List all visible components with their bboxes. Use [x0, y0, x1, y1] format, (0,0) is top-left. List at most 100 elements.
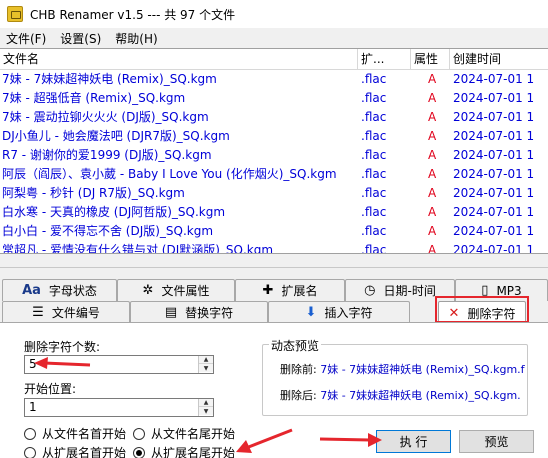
created-time-cell: 2024-07-01 1: [453, 186, 535, 200]
annotation-arrow-count: [34, 357, 91, 369]
table-row[interactable]: 阿梨粤 - 秒针 (DJ R7版)_SQ.kgm .flac A 2024-07-01…: [0, 184, 548, 203]
table-row[interactable]: 白小白 - 爱不得忘不舍 (DJ版)_SQ.kgm .flac A 2024-07-0…: [0, 222, 548, 241]
radio-from-name-end[interactable]: 从文件名尾开始: [133, 425, 235, 442]
menu-settings[interactable]: 设置(S): [56, 30, 105, 47]
radio-dot: [24, 427, 36, 440]
created-time-cell: 2024-07-01 1: [453, 205, 535, 219]
annotation-arrow-radio: [236, 428, 293, 453]
file-name-cell: 阿辰（阎辰）、袁小葳 - Baby I Love You (化作烟火)_SQ.k…: [2, 167, 337, 181]
created-time-cell: 2024-07-01 1: [453, 110, 535, 124]
radio-from-name-start[interactable]: 从文件名首开始: [24, 425, 126, 442]
extension-cell: .flac: [361, 110, 387, 124]
file-list[interactable]: 文件名 扩... 属性 创建时间 7妹 - 7妹妹超神妖电 (Remix)_SQ…: [0, 48, 548, 254]
radio-label: 从扩展名首开始: [42, 446, 127, 458]
extension-cell: .flac: [361, 243, 387, 254]
table-row[interactable]: 7妹 - 7妹妹超神妖电 (Remix)_SQ.kgm .flac A 2024-07…: [0, 70, 548, 89]
start-position-value: 1: [29, 400, 37, 414]
table-row[interactable]: 阿辰（阎辰）、袁小葳 - Baby I Love You (化作烟火)_SQ.k…: [0, 165, 548, 184]
table-row[interactable]: 7妹 - 超强低音 (Remix)_SQ.kgm .flac A 2024-07-01…: [0, 89, 548, 108]
start-position-spinner[interactable]: 1 ▲ ▼: [24, 398, 214, 417]
delete-count-label: 删除字符个数:: [24, 340, 101, 354]
table-row[interactable]: 7妹 - 震动拉铆火火火 (DJ版)_SQ.kgm .flac A 2024-07-0…: [0, 108, 548, 127]
table-row[interactable]: R7 - 谢谢你的爱1999 (DJ版)_SQ.kgm .flac A 2024-07…: [0, 146, 548, 165]
before-label: 删除前:: [280, 363, 317, 376]
table-row[interactable]: 常超凡 - 爱情没有什么错与对 (DJ默涵版)_SQ.kgm .flac A 2024…: [0, 241, 548, 254]
created-time-cell: 2024-07-01 1: [453, 72, 535, 86]
created-time-cell: 2024-07-01 1: [453, 91, 535, 105]
attribute-cell: A: [428, 224, 437, 238]
before-value: 7妹 - 7妹妹超神妖电 (Remix)_SQ.kgm.flac: [320, 363, 525, 376]
gear-icon: ✲: [142, 283, 154, 298]
created-time-cell: 2024-07-01 1: [453, 243, 535, 254]
tab-label: 插入字符: [324, 306, 373, 320]
column-header-name[interactable]: 文件名: [0, 49, 358, 70]
tab-insert-chars[interactable]: ⬇ 插入字符: [268, 301, 410, 323]
dynamic-preview-group: 动态预览 删除前: 7妹 - 7妹妹超神妖电 (Remix)_SQ.kgm.fl…: [262, 337, 528, 416]
created-time-cell: 2024-07-01 1: [453, 224, 535, 238]
radio-dot: [24, 446, 36, 458]
column-header-attr[interactable]: 属性: [411, 49, 450, 70]
column-header-time[interactable]: 创建时间: [450, 49, 548, 70]
clock-icon: ◷: [364, 283, 376, 298]
extension-cell: .flac: [361, 91, 387, 105]
after-value: 7妹 - 7妹妹超神妖电 (Remix)_SQ.kgm.: [320, 389, 521, 402]
extension-cell: .flac: [361, 72, 387, 86]
file-name-cell: 白水寒 - 天真的橡皮 (DJ阿哲版)_SQ.kgm: [2, 205, 226, 219]
created-time-cell: 2024-07-01 1: [453, 148, 535, 162]
insert-arrow-icon: ⬇: [305, 305, 317, 320]
attribute-cell: A: [428, 72, 437, 86]
radio-label: 从文件名首开始: [42, 427, 127, 441]
attribute-cell: A: [428, 205, 437, 219]
preview-group-title: 动态预览: [269, 337, 322, 354]
spin-down-icon[interactable]: ▼: [199, 364, 213, 372]
extension-cell: .flac: [361, 186, 387, 200]
radio-from-ext-end[interactable]: 从扩展名尾开始: [133, 444, 235, 458]
attribute-cell: A: [428, 148, 437, 162]
file-name-cell: 白小白 - 爱不得忘不舍 (DJ版)_SQ.kgm: [2, 224, 214, 238]
tab-label: 字母状态: [48, 284, 97, 298]
tab-file-number[interactable]: ☰ 文件编号: [2, 301, 130, 323]
created-time-cell: 2024-07-01 1: [453, 129, 535, 143]
annotation-highlight-box: [435, 296, 529, 323]
app-icon: [7, 6, 23, 22]
title-bar: CHB Renamer v1.5 --- 共 97 个文件: [0, 0, 548, 28]
spinner-buttons: ▲ ▼: [198, 356, 213, 373]
puzzle-icon: ✚: [262, 283, 274, 298]
annotation-arrow-execute: [319, 433, 382, 447]
start-position-label: 开始位置:: [24, 382, 77, 396]
list-header: 文件名 扩... 属性 创建时间: [0, 49, 548, 70]
radio-label: 从扩展名尾开始: [151, 446, 236, 458]
file-name-cell: R7 - 谢谢你的爱1999 (DJ版)_SQ.kgm: [2, 148, 212, 162]
attribute-cell: A: [428, 91, 437, 105]
tab-file-attributes[interactable]: ✲ 文件属性: [117, 279, 235, 301]
tab-label: 文件属性: [161, 284, 210, 298]
table-row[interactable]: DJ小鱼儿 - 她会魔法吧 (DJR7版)_SQ.kgm .flac A 2024-0…: [0, 127, 548, 146]
tab-extension[interactable]: ✚ 扩展名: [235, 279, 345, 301]
tab-replace-chars[interactable]: ▤ 替换字符: [130, 301, 268, 323]
radio-dot: [133, 427, 145, 440]
replace-icon: ▤: [164, 305, 178, 320]
radio-from-ext-start[interactable]: 从扩展名首开始: [24, 444, 126, 458]
letters-icon: Aa: [22, 283, 41, 298]
menu-bar: 文件(F) 设置(S) 帮助(H): [0, 28, 548, 48]
table-row[interactable]: 白水寒 - 天真的橡皮 (DJ阿哲版)_SQ.kgm .flac A 2024-07-…: [0, 203, 548, 222]
execute-button[interactable]: 执 行: [376, 430, 451, 453]
attribute-cell: A: [428, 129, 437, 143]
menu-help[interactable]: 帮助(H): [111, 30, 161, 47]
spinner-buttons: ▲ ▼: [198, 399, 213, 416]
file-name-cell: 常超凡 - 爱情没有什么错与对 (DJ默涵版)_SQ.kgm: [2, 243, 274, 254]
tab-letter-case[interactable]: Aa 字母状态: [2, 279, 117, 301]
extension-cell: .flac: [361, 205, 387, 219]
spin-up-icon[interactable]: ▲: [199, 356, 213, 364]
preview-button[interactable]: 预览: [459, 430, 534, 453]
radio-dot-checked: [133, 446, 145, 458]
spin-down-icon[interactable]: ▼: [199, 407, 213, 415]
menu-file[interactable]: 文件(F): [2, 30, 50, 47]
preview-after: 删除后: 7妹 - 7妹妹超神妖电 (Remix)_SQ.kgm.: [280, 387, 525, 403]
list-number-icon: ☰: [32, 305, 44, 320]
file-name-cell: DJ小鱼儿 - 她会魔法吧 (DJR7版)_SQ.kgm: [2, 129, 230, 143]
preview-before: 删除前: 7妹 - 7妹妹超神妖电 (Remix)_SQ.kgm.flac: [280, 361, 525, 377]
column-header-ext[interactable]: 扩...: [358, 49, 411, 70]
tab-label: 扩展名: [281, 284, 318, 298]
spin-up-icon[interactable]: ▲: [199, 399, 213, 407]
